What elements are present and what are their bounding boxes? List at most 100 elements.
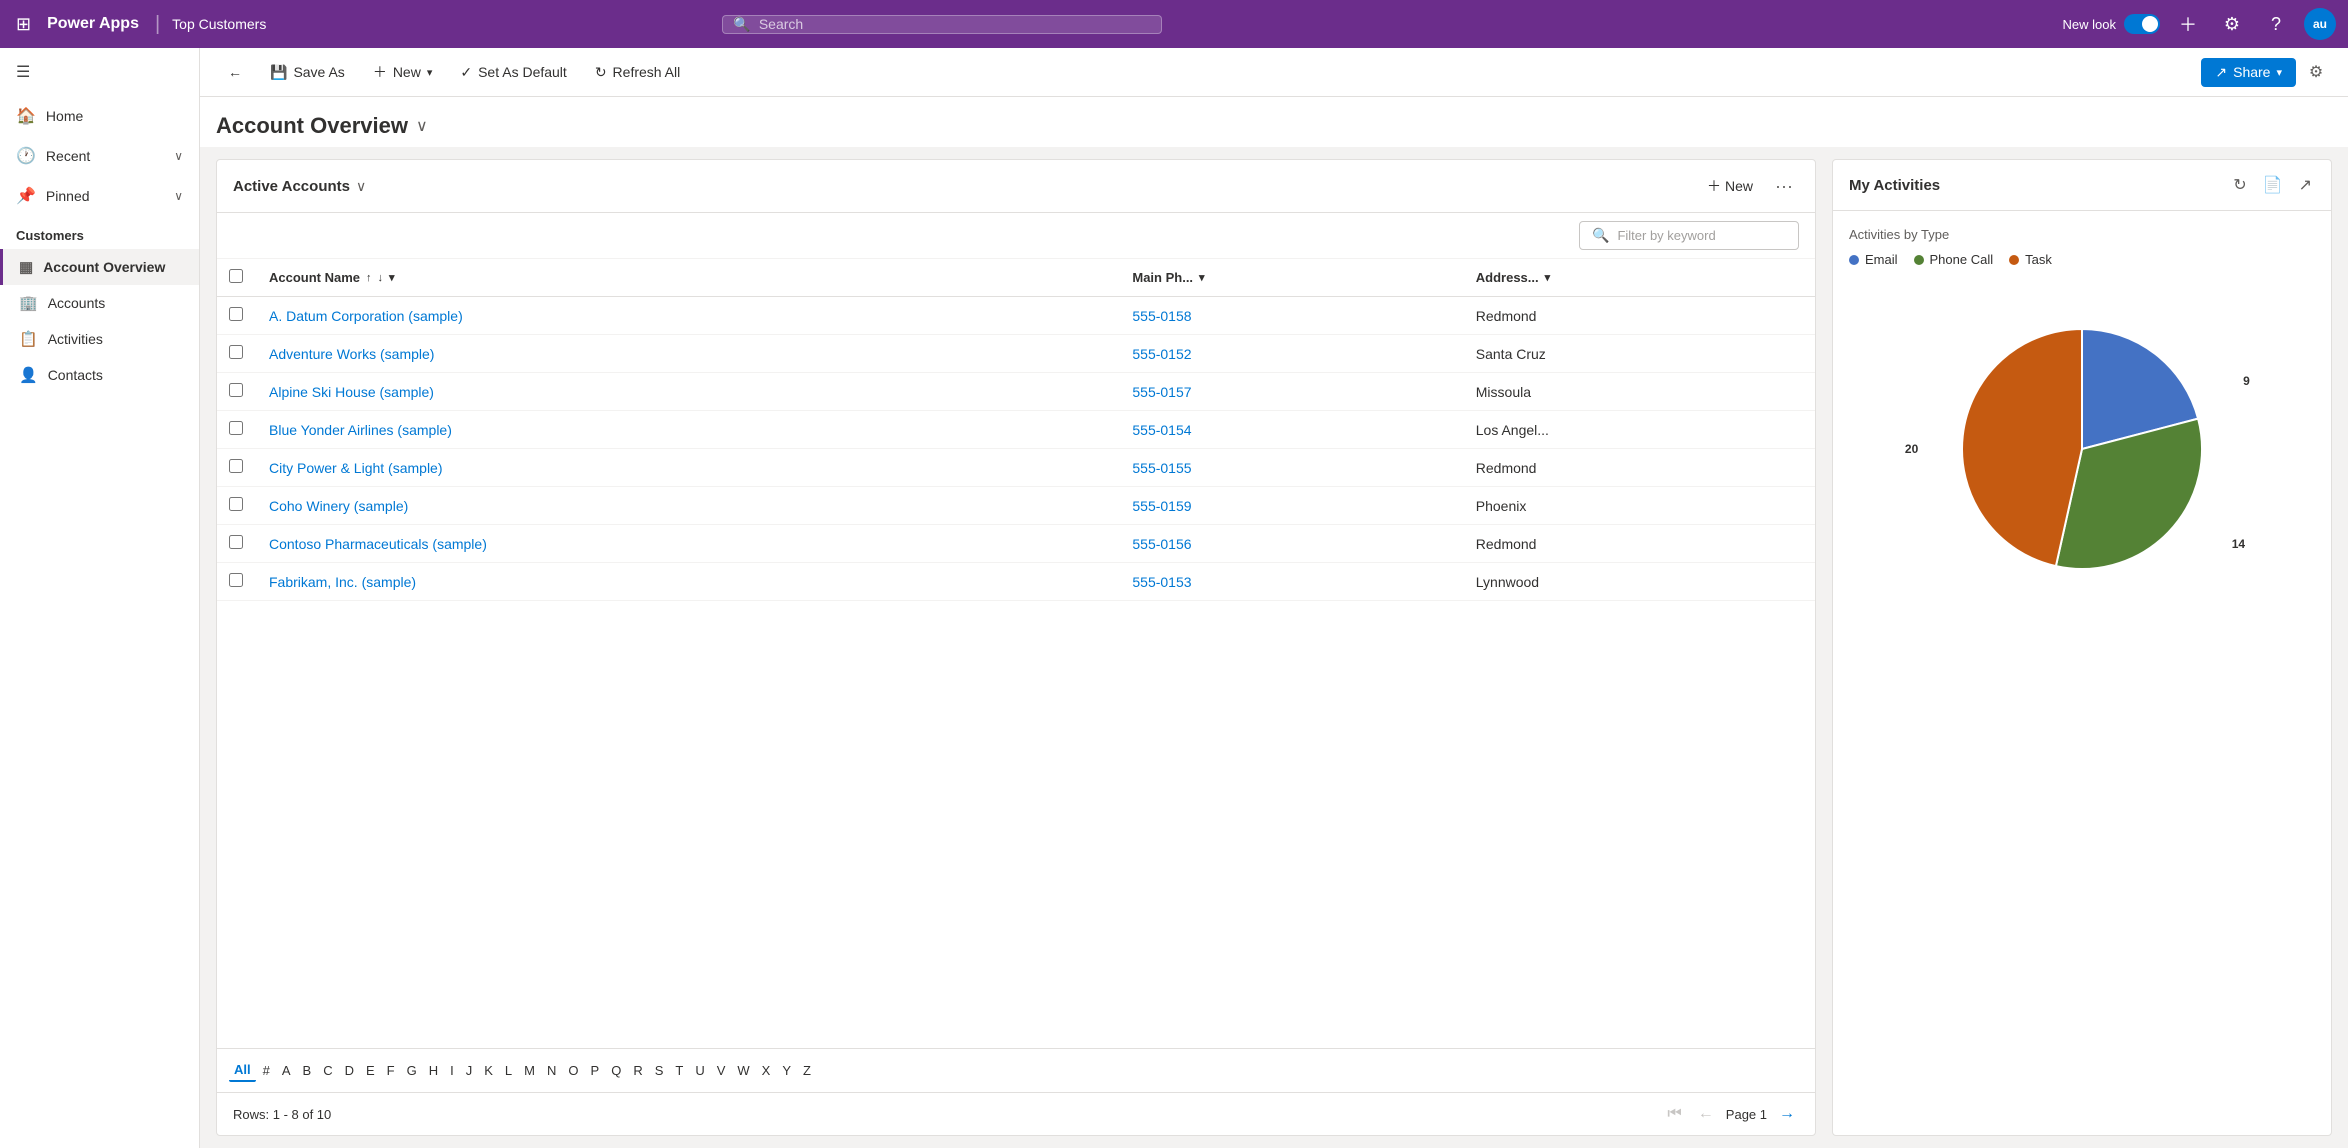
- phone-filter-icon[interactable]: ▾: [1199, 271, 1205, 284]
- activities-report-icon[interactable]: 📄: [2260, 172, 2286, 198]
- alpha-item-P[interactable]: P: [586, 1060, 605, 1081]
- account-name-link-3[interactable]: Blue Yonder Airlines (sample): [269, 422, 452, 438]
- phone-link-4[interactable]: 555-0155: [1132, 460, 1191, 476]
- legend-item-phone-call: Phone Call: [1914, 252, 1994, 267]
- sidebar-account-overview-label: Account Overview: [43, 259, 165, 275]
- alpha-item-V[interactable]: V: [712, 1060, 731, 1081]
- alpha-item-Q[interactable]: Q: [606, 1060, 626, 1081]
- alpha-item-E[interactable]: E: [361, 1060, 380, 1081]
- sidebar-item-accounts[interactable]: 🏢 Accounts: [0, 285, 199, 321]
- row-checkbox-1[interactable]: [229, 345, 243, 359]
- alpha-item-W[interactable]: W: [732, 1060, 754, 1081]
- back-button[interactable]: ←: [216, 58, 254, 86]
- account-name-link-7[interactable]: Fabrikam, Inc. (sample): [269, 574, 416, 590]
- accounts-new-button[interactable]: ＋ New: [1699, 172, 1761, 200]
- new-button[interactable]: ＋ New ▾: [361, 56, 445, 88]
- page-title-chevron[interactable]: ∨: [416, 116, 428, 136]
- first-page-button[interactable]: ⏮: [1663, 1103, 1685, 1125]
- row-checkbox-2[interactable]: [229, 383, 243, 397]
- account-name-link-6[interactable]: Contoso Pharmaceuticals (sample): [269, 536, 487, 552]
- phone-link-6[interactable]: 555-0156: [1132, 536, 1191, 552]
- alpha-item-G[interactable]: G: [402, 1060, 422, 1081]
- phone-link-0[interactable]: 555-0158: [1132, 308, 1191, 324]
- account-name-header[interactable]: Account Name ↑ ↓ ▾: [257, 259, 1120, 297]
- phone-cell: 555-0154: [1120, 411, 1463, 449]
- alpha-item-R[interactable]: R: [628, 1060, 647, 1081]
- help-icon[interactable]: ?: [2260, 8, 2292, 40]
- main-phone-header[interactable]: Main Ph... ▾: [1120, 259, 1463, 297]
- sidebar-item-account-overview[interactable]: ▦ Account Overview: [0, 249, 199, 285]
- alpha-item-H[interactable]: H: [424, 1060, 443, 1081]
- account-name-filter-icon[interactable]: ▾: [389, 271, 395, 284]
- toolbar-settings-icon[interactable]: ⚙: [2300, 56, 2332, 88]
- select-all-header: [217, 259, 257, 297]
- alpha-item-#[interactable]: #: [258, 1060, 275, 1081]
- share-button[interactable]: ↗ Share ▾: [2201, 58, 2296, 87]
- row-checkbox-6[interactable]: [229, 535, 243, 549]
- avatar[interactable]: au: [2304, 8, 2336, 40]
- refresh-all-button[interactable]: ↻ Refresh All: [583, 58, 692, 87]
- alpha-item-M[interactable]: M: [519, 1060, 540, 1081]
- alpha-item-X[interactable]: X: [757, 1060, 776, 1081]
- sidebar-contacts-label: Contacts: [48, 367, 103, 383]
- row-checkbox-3[interactable]: [229, 421, 243, 435]
- account-name-link-0[interactable]: A. Datum Corporation (sample): [269, 308, 463, 324]
- settings-icon[interactable]: ⚙: [2216, 8, 2248, 40]
- alpha-item-A[interactable]: A: [277, 1060, 296, 1081]
- row-checkbox-5[interactable]: [229, 497, 243, 511]
- filter-keyword-input[interactable]: [1617, 228, 1786, 243]
- alpha-item-C[interactable]: C: [318, 1060, 337, 1081]
- search-input[interactable]: [759, 16, 1152, 32]
- address-header[interactable]: Address... ▾: [1464, 259, 1815, 297]
- waffle-icon[interactable]: ⊞: [12, 10, 35, 39]
- phone-link-3[interactable]: 555-0154: [1132, 422, 1191, 438]
- alpha-item-D[interactable]: D: [340, 1060, 359, 1081]
- alpha-item-All[interactable]: All: [229, 1059, 256, 1082]
- row-checkbox-7[interactable]: [229, 573, 243, 587]
- select-all-checkbox[interactable]: [229, 269, 243, 283]
- account-name-link-2[interactable]: Alpine Ski House (sample): [269, 384, 434, 400]
- sidebar-item-recent[interactable]: 🕐 Recent ∨: [0, 136, 199, 176]
- alpha-item-U[interactable]: U: [690, 1060, 709, 1081]
- phone-cell: 555-0156: [1120, 525, 1463, 563]
- account-name-link-4[interactable]: City Power & Light (sample): [269, 460, 443, 476]
- alpha-item-K[interactable]: K: [479, 1060, 498, 1081]
- alpha-item-Z[interactable]: Z: [798, 1060, 816, 1081]
- sidebar-item-home[interactable]: 🏠 Home: [0, 96, 199, 136]
- pie-chart: [1932, 299, 2232, 599]
- alpha-item-F[interactable]: F: [382, 1060, 400, 1081]
- active-accounts-chevron[interactable]: ∨: [356, 178, 366, 195]
- alpha-item-O[interactable]: O: [563, 1060, 583, 1081]
- phone-link-7[interactable]: 555-0153: [1132, 574, 1191, 590]
- save-as-button[interactable]: 💾 Save As: [258, 58, 357, 87]
- alpha-item-L[interactable]: L: [500, 1060, 517, 1081]
- prev-page-button[interactable]: ←: [1694, 1103, 1718, 1125]
- account-name-link-1[interactable]: Adventure Works (sample): [269, 346, 434, 362]
- accounts-more-button[interactable]: ···: [1769, 174, 1799, 199]
- alpha-item-J[interactable]: J: [461, 1060, 478, 1081]
- sidebar-item-activities[interactable]: 📋 Activities: [0, 321, 199, 357]
- row-checkbox-4[interactable]: [229, 459, 243, 473]
- alpha-item-Y[interactable]: Y: [777, 1060, 796, 1081]
- phone-link-5[interactable]: 555-0159: [1132, 498, 1191, 514]
- alpha-item-B[interactable]: B: [298, 1060, 317, 1081]
- hamburger-menu[interactable]: ☰: [0, 48, 199, 96]
- account-name-link-5[interactable]: Coho Winery (sample): [269, 498, 408, 514]
- new-look-toggle[interactable]: [2124, 14, 2160, 34]
- phone-link-2[interactable]: 555-0157: [1132, 384, 1191, 400]
- alpha-item-T[interactable]: T: [670, 1060, 688, 1081]
- phone-link-1[interactable]: 555-0152: [1132, 346, 1191, 362]
- alpha-item-S[interactable]: S: [650, 1060, 669, 1081]
- address-filter-icon[interactable]: ▾: [1545, 271, 1551, 284]
- share-label: Share: [2233, 64, 2270, 80]
- set-as-default-button[interactable]: ✓ Set As Default: [448, 58, 578, 87]
- alpha-item-N[interactable]: N: [542, 1060, 561, 1081]
- activities-expand-icon[interactable]: ↗: [2296, 172, 2315, 198]
- next-page-button[interactable]: →: [1775, 1103, 1799, 1125]
- add-icon[interactable]: ＋: [2172, 8, 2204, 40]
- sidebar-item-contacts[interactable]: 👤 Contacts: [0, 357, 199, 393]
- row-checkbox-0[interactable]: [229, 307, 243, 321]
- activities-refresh-icon[interactable]: ↻: [2230, 172, 2249, 198]
- alpha-item-I[interactable]: I: [445, 1060, 459, 1081]
- sidebar-item-pinned[interactable]: 📌 Pinned ∨: [0, 176, 199, 216]
